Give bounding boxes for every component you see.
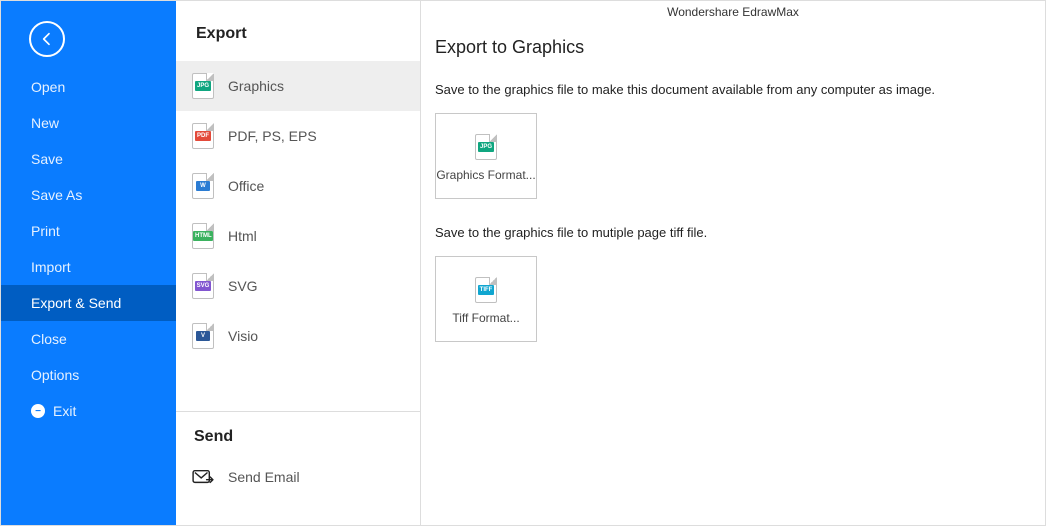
nav-print[interactable]: Print xyxy=(1,213,176,249)
send-heading: Send xyxy=(176,412,420,456)
app-title: Wondershare EdrawMax xyxy=(421,5,1045,19)
svg-file-icon: SVG xyxy=(192,273,214,299)
content-desc-1: Save to the graphics file to make this d… xyxy=(435,82,1031,97)
export-item-label: Graphics xyxy=(228,78,284,94)
export-office[interactable]: W Office xyxy=(176,161,420,211)
nav-save-as[interactable]: Save As xyxy=(1,177,176,213)
tile-label: Tiff Format... xyxy=(452,311,519,327)
export-item-label: Visio xyxy=(228,328,258,344)
export-graphics[interactable]: JPG Graphics xyxy=(176,61,420,111)
nav-exit[interactable]: − Exit xyxy=(1,393,176,429)
export-item-label: Office xyxy=(228,178,264,194)
visio-file-icon: V xyxy=(192,323,214,349)
nav-open[interactable]: Open xyxy=(1,69,176,105)
content-pane: Wondershare EdrawMax Export to Graphics … xyxy=(421,1,1045,525)
content-title: Export to Graphics xyxy=(435,37,1031,58)
tiff-format-tile[interactable]: TIFF Tiff Format... xyxy=(435,256,537,342)
export-column: Export JPG Graphics PDF PDF, PS, EPS W O… xyxy=(176,1,421,525)
html-file-icon: HTML xyxy=(192,223,214,249)
nav-import[interactable]: Import xyxy=(1,249,176,285)
export-item-label: SVG xyxy=(228,278,258,294)
tiff-file-icon: TIFF xyxy=(475,277,497,303)
office-file-icon: W xyxy=(192,173,214,199)
graphics-format-tile[interactable]: JPG Graphics Format... xyxy=(435,113,537,199)
tile-label: Graphics Format... xyxy=(436,168,535,184)
export-visio[interactable]: V Visio xyxy=(176,311,420,361)
exit-label: Exit xyxy=(53,403,76,419)
export-heading: Export xyxy=(176,25,420,61)
export-html[interactable]: HTML Html xyxy=(176,211,420,261)
send-email-label: Send Email xyxy=(228,469,300,485)
back-button[interactable] xyxy=(29,21,65,57)
nav-export-send[interactable]: Export & Send xyxy=(1,285,176,321)
jpg-file-icon: JPG xyxy=(475,134,497,160)
pdf-file-icon: PDF xyxy=(192,123,214,149)
nav-new[interactable]: New xyxy=(1,105,176,141)
export-item-label: Html xyxy=(228,228,257,244)
exit-icon: − xyxy=(31,404,45,418)
export-pdf[interactable]: PDF PDF, PS, EPS xyxy=(176,111,420,161)
arrow-left-icon xyxy=(39,31,55,47)
content-desc-2: Save to the graphics file to mutiple pag… xyxy=(435,225,1031,240)
jpg-file-icon: JPG xyxy=(192,73,214,99)
nav-close[interactable]: Close xyxy=(1,321,176,357)
export-item-label: PDF, PS, EPS xyxy=(228,128,317,144)
file-sidebar: Open New Save Save As Print Import Expor… xyxy=(1,1,176,525)
email-icon xyxy=(192,468,214,486)
send-email[interactable]: Send Email xyxy=(176,456,420,498)
nav-options[interactable]: Options xyxy=(1,357,176,393)
nav-save[interactable]: Save xyxy=(1,141,176,177)
export-svg[interactable]: SVG SVG xyxy=(176,261,420,311)
